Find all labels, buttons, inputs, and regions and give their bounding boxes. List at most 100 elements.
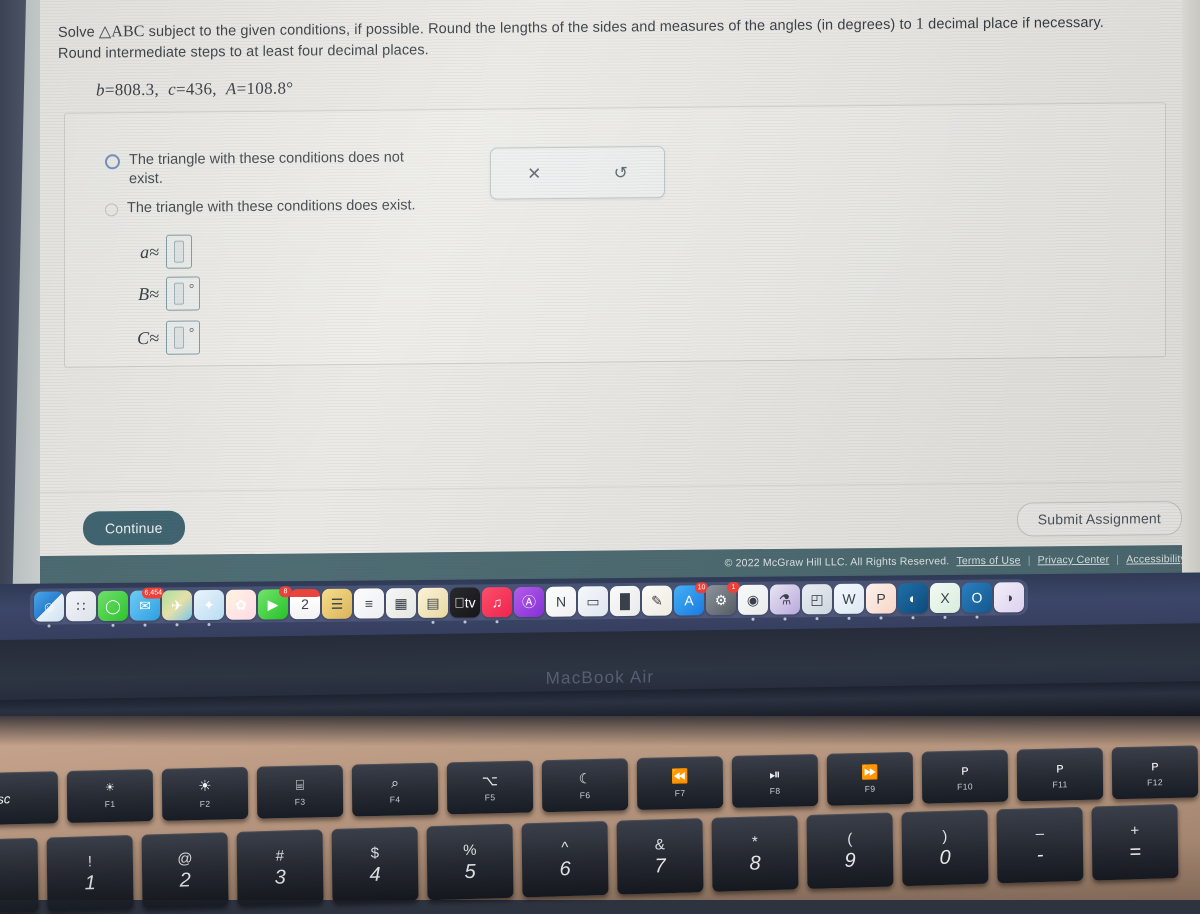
key-equals[interactable]: + = (1091, 803, 1179, 881)
math-placeholder-box (174, 240, 184, 263)
key-fast-forward[interactable]: ⏩ F9 (826, 751, 914, 806)
key-0[interactable]: ) 0 (901, 809, 989, 887)
dock-icon-microsoft-powerpoint[interactable]: P (866, 583, 896, 620)
play-pause-icon: ⏯ (769, 765, 781, 782)
dock-icon-facetime[interactable]: ▶ 8 (258, 586, 292, 620)
radio-button-icon[interactable] (105, 154, 120, 170)
given-b-label: b (96, 80, 105, 100)
dock-icon-app-store[interactable]: A 10 (674, 582, 708, 616)
answer-input-a[interactable] (166, 234, 192, 269)
key-mute[interactable]: ᴘ F10 (921, 749, 1009, 804)
key-fn-label: F11 (1052, 778, 1068, 790)
key-mission-control[interactable]: ⌸ F3 (256, 764, 344, 819)
key-shift-label: & (654, 835, 665, 853)
prompt-part2: subject to the given conditions, if poss… (144, 16, 916, 40)
deck-shadow (0, 716, 1200, 746)
undo-icon[interactable]: ↺ (578, 163, 665, 182)
tilde[interactable]: ~ (0, 837, 39, 914)
dock-icon-microsoft-outlook[interactable]: O (962, 582, 992, 619)
submit-assignment-button[interactable]: Submit Assignment (1016, 501, 1182, 537)
dock-icon-photo-booth[interactable]: ⚗ (770, 584, 800, 621)
key-rewind[interactable]: ⏪ F7 (636, 756, 724, 811)
key-base-label: 7 (654, 854, 666, 878)
running-indicator-dot (879, 616, 883, 620)
math-mini-toolbar[interactable]: ✕ ↺ (490, 146, 665, 200)
close-icon[interactable]: ✕ (491, 164, 578, 183)
dock-icon-chrome[interactable]: ◉ (738, 584, 768, 621)
macos-dock[interactable]: ☺ ∷ ◯ ✉6,454 ✈ ✦ ✿ ▶8 2 ☰ ≡ ▦ ▤ tv ♫ Ⓐ N ▭ █ ✎ A10⚙1 ◉ ⚗ ◰ W P ◐ X… (30, 579, 1028, 628)
dock-icon-finder[interactable]: ☺ (34, 591, 64, 628)
answer-input-c[interactable]: ° (166, 320, 201, 355)
key-fn-label: F12 (1147, 776, 1164, 787)
option-label: The triangle with these conditions does … (129, 149, 404, 188)
dock-icon-apple-tv[interactable]: tv (450, 587, 480, 624)
dock-icon-pages-pencil[interactable]: ✎ (642, 585, 672, 616)
do-not-disturb-icon: ☾ (578, 769, 592, 786)
key-1[interactable]: ! 1 (46, 834, 134, 912)
key-esc[interactable]: esc (0, 771, 59, 825)
radio-button-icon[interactable] (105, 203, 118, 217)
dock-icon-system-settings[interactable]: ⚙ 1 (706, 581, 740, 616)
key-5[interactable]: % 5 (426, 823, 514, 901)
terms-of-use-link[interactable]: Terms of Use (956, 555, 1020, 568)
accessibility-link[interactable]: Accessibility (1126, 553, 1186, 566)
dock-icon-microsoft-teams[interactable]: ◐ (898, 583, 928, 620)
key-9[interactable]: (9 (806, 812, 894, 889)
dock-icon-maps[interactable]: ✈ (162, 590, 192, 627)
key-7[interactable]: & 7 (616, 818, 704, 895)
option-does-exist[interactable]: The triangle with these conditions does … (105, 196, 416, 218)
key-base-label: 6 (559, 857, 571, 880)
key-do-not-disturb[interactable]: ☾ F6 (541, 758, 629, 813)
key-spotlight-search[interactable]: ⌕ F4 (351, 762, 439, 817)
key-play-pause[interactable]: ⏯ F8 (731, 753, 819, 808)
dock-icon-keynote[interactable]: ▭ (578, 586, 608, 617)
math-placeholder-box (174, 326, 184, 349)
continue-button[interactable]: Continue (83, 510, 185, 546)
dock-icon-photos[interactable]: ✿ (226, 589, 256, 620)
dock-icon-trash[interactable]: ◑ (994, 582, 1024, 613)
dock-icon-messages[interactable]: ◯ (98, 590, 128, 627)
running-indicator-dot (847, 616, 851, 620)
dock-icon-reminders[interactable]: ≡ (354, 588, 384, 619)
dock-icon-calendar[interactable]: 2 (290, 588, 320, 620)
key-volume-down[interactable]: ᴘ F11 (1016, 747, 1104, 802)
key-volume-up[interactable]: ᴘ F12 (1111, 745, 1199, 800)
option-does-not-exist[interactable]: The triangle with these conditions does … (105, 148, 429, 189)
keynote-icon: ▭ (586, 593, 600, 610)
dock-icon-podcasts[interactable]: Ⓐ (514, 586, 544, 618)
answer-row-c: C≈ ° (123, 320, 201, 355)
laptop-keyboard[interactable]: esc ☀ F1 ☀ F2 ⌸ F3 ⌕ F4 ⌥ F5 ☾ F6 ⏪ F7 ⏯ F8 ⏩ F9 ᴘ F10 ᴘ F11 ᴘ F… (0, 745, 1200, 914)
dock-icon-microsoft-excel[interactable]: X (930, 582, 960, 619)
key-brightness-down[interactable]: ☀ F1 (66, 769, 154, 823)
dock-icon-music[interactable]: ♫ (482, 587, 512, 624)
dock-icon-safari[interactable]: ✦ (194, 589, 224, 627)
dock-icon-mail[interactable]: ✉ 6,454 (130, 587, 164, 627)
news-icon: N (555, 593, 567, 610)
mission-control-icon: ⌸ (295, 776, 305, 793)
privacy-center-link[interactable]: Privacy Center (1038, 554, 1110, 567)
key-4[interactable]: $4 (331, 826, 419, 904)
key-shift-label: ! (87, 852, 93, 870)
degree-symbol: ° (189, 324, 195, 340)
dock-icon-microsoft-word[interactable]: W (834, 583, 864, 620)
key-2[interactable]: @2 (141, 832, 229, 909)
key-minus[interactable]: – - (996, 806, 1084, 884)
dock-icon-notes[interactable]: ☰ (322, 588, 352, 619)
key-6[interactable]: ^ 6 (521, 820, 609, 898)
dock-icon-launchpad[interactable]: ∷ (66, 591, 96, 622)
launchpad-icon: ∷ (76, 598, 86, 615)
dock-icon-numbers-charts[interactable]: █ (610, 585, 640, 617)
key-shift-label: + (1130, 821, 1140, 839)
apple-tv-icon: tv (454, 594, 475, 611)
key-8[interactable]: * 8 (711, 815, 799, 892)
answer-input-b[interactable]: ° (166, 276, 201, 311)
key-3[interactable]: #3 (236, 829, 324, 906)
dock-icon-news[interactable]: N (546, 586, 576, 617)
key-fn-label: F8 (769, 785, 781, 796)
dock-icon-preview[interactable]: ◰ (802, 584, 832, 621)
dock-icon-numbers[interactable]: ▦ (386, 588, 416, 619)
key-dictation[interactable]: ⌥ F5 (446, 760, 534, 815)
dock-icon-pages[interactable]: ▤ (418, 587, 448, 624)
key-brightness-up[interactable]: ☀ F2 (161, 766, 249, 821)
key-fn-label: F10 (957, 780, 974, 792)
